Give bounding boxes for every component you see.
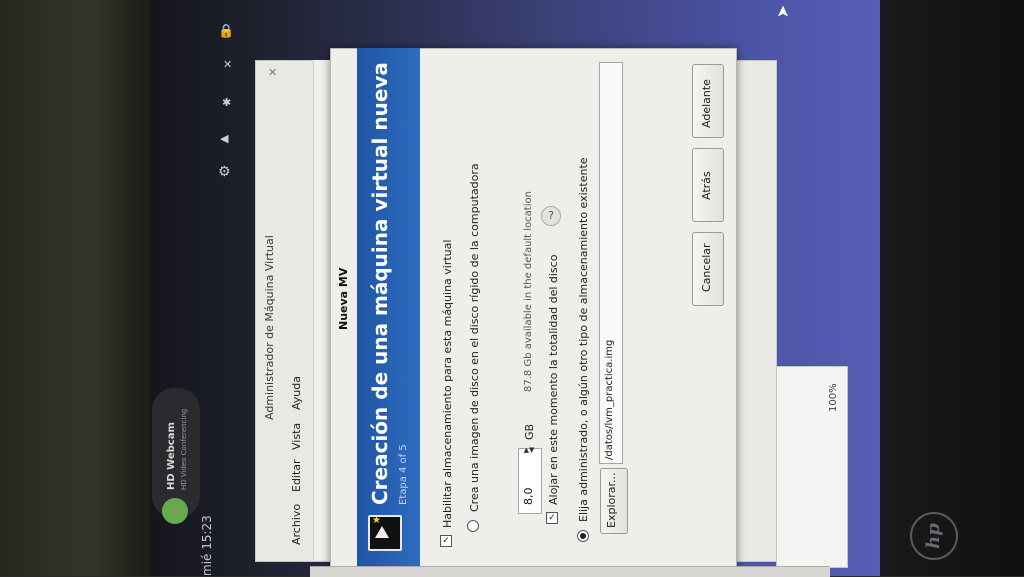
webcam-icon (162, 498, 188, 524)
disk-size-unit: GB (523, 423, 536, 440)
menu-archivo[interactable]: Archivo (290, 504, 303, 545)
available-space-text: 87.8 Gb available in the default locatio… (523, 191, 534, 392)
monitor-bezel-left (0, 0, 150, 576)
close-icon[interactable]: ✕ (223, 58, 232, 71)
existing-storage-label: Elija administrado, o algún otro tipo de… (577, 157, 590, 522)
cancel-button-label: Cancelar (700, 243, 713, 292)
notification-title: HD Webcam (166, 422, 177, 490)
menu-ayuda[interactable]: Ayuda (290, 376, 303, 410)
menu-editar[interactable]: Editar (290, 459, 303, 492)
settings-icon[interactable]: ⚙ (218, 164, 231, 180)
star-icon: ★ (372, 515, 381, 526)
allocate-disk-checkbox[interactable]: ✓ (546, 512, 558, 524)
create-disk-radio[interactable] (467, 520, 479, 532)
existing-storage-radio[interactable] (577, 530, 589, 542)
window-close-icon[interactable]: ✕ (268, 66, 277, 79)
notification-subtitle: HD Video Conferencing (180, 408, 188, 490)
help-icon[interactable]: ? (541, 206, 561, 226)
enable-storage-checkbox[interactable]: ✓ (440, 535, 452, 547)
back-button-label: Atrás (700, 171, 713, 200)
system-clock: mié 15:23 (200, 515, 214, 576)
menu-vista[interactable]: Vista (290, 423, 303, 450)
spinner-arrows-icon[interactable]: ▲▼ (518, 446, 540, 460)
mouse-cursor-icon: ➤ (773, 4, 793, 19)
enable-storage-label: Habilitar almacenamiento para esta máqui… (441, 239, 454, 528)
banner-title: Creación de una máquina virtual nueva (368, 62, 392, 505)
storage-path-value: /datos/lvm_practica.img (604, 339, 615, 460)
red-lock-icon[interactable]: 🔒 (218, 24, 234, 39)
dialog-title: Nueva MV (337, 267, 350, 330)
create-disk-label: Crea una imagen de disco en el disco ríg… (468, 163, 481, 512)
play-icon (375, 526, 389, 538)
admin-window-title: Administrador de Máquina Virtual (263, 235, 276, 420)
step-indicator: Etapa 4 of 5 (398, 444, 409, 505)
bluetooth-icon[interactable]: ✱ (222, 96, 231, 109)
monitor-bezel-right (880, 0, 1024, 576)
zoom-level: 100% (828, 383, 839, 412)
taskbar-edge (310, 566, 830, 577)
forward-button-label: Adelante (700, 79, 713, 128)
volume-icon[interactable]: ◀ (220, 132, 228, 145)
disk-size-value[interactable]: 8,0 (522, 488, 535, 506)
hp-logo-icon: hp (910, 512, 958, 560)
allocate-disk-label: Alojar en este momento la totalidad del … (547, 254, 560, 505)
browse-button-label: Explorar... (605, 472, 618, 529)
